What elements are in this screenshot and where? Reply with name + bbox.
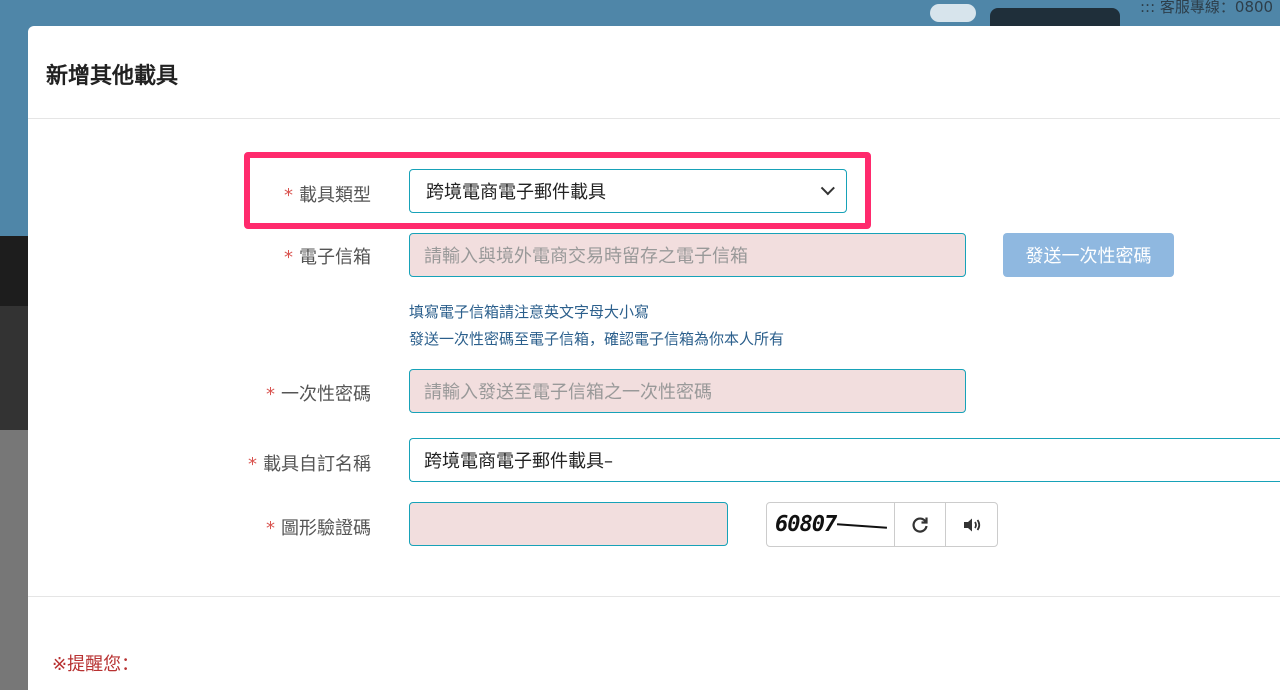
otp-field[interactable]: 請輸入發送至電子信箱之一次性密碼 <box>409 369 966 413</box>
otp-placeholder: 請輸入發送至電子信箱之一次性密碼 <box>424 382 712 403</box>
modal-title: 新增其他載具 <box>46 64 179 89</box>
captcha-label-text: 圖形驗證碼 <box>281 518 371 539</box>
captcha-image: 60807 <box>767 503 896 546</box>
nickname-value: 跨境電商電子郵件載具– <box>424 451 613 472</box>
refresh-icon <box>912 516 928 533</box>
speaker-icon <box>963 518 980 531</box>
email-hint-1: 填寫電子信箱請注意英文字母大小寫 <box>409 303 650 321</box>
otp-label: * 一次性密碼 <box>266 380 371 406</box>
body-divider <box>28 596 1280 597</box>
send-otp-button[interactable]: 發送一次性密碼 <box>1003 233 1174 277</box>
captcha-refresh-button[interactable] <box>895 503 947 546</box>
cloud-decoration <box>930 4 976 22</box>
email-label: * 電子信箱 <box>284 243 371 269</box>
service-hotline: ::: 客服專線：0800 <box>1140 0 1274 16</box>
captcha-image-text: 60807 <box>775 512 837 537</box>
highlight-box <box>244 152 871 229</box>
required-mark: * <box>248 454 257 475</box>
banner-decoration <box>990 8 1120 26</box>
add-carrier-modal: 新增其他載具 * 載具類型 跨境電商電子郵件載具 * 電子信箱 請輸入與境外電商交易… <box>28 26 1280 690</box>
captcha-widget: 60807 <box>766 502 998 547</box>
email-hint-2: 發送一次性密碼至電子信箱，確認電子信箱為你本人所有 <box>409 330 785 348</box>
email-placeholder: 請輸入與境外電商交易時留存之電子信箱 <box>424 246 748 267</box>
nickname-label: * 載具自訂名稱 <box>248 450 371 476</box>
required-mark: * <box>266 518 275 539</box>
required-mark: * <box>266 384 275 405</box>
captcha-audio-button[interactable] <box>946 503 997 546</box>
reminder-text: ※提醒您： <box>52 654 140 675</box>
nickname-label-text: 載具自訂名稱 <box>263 454 371 475</box>
captcha-label: * 圖形驗證碼 <box>266 514 371 540</box>
email-field[interactable]: 請輸入與境外電商交易時留存之電子信箱 <box>409 233 966 277</box>
nickname-field[interactable]: 跨境電商電子郵件載具– <box>409 438 1280 482</box>
captcha-noise-line <box>836 523 888 529</box>
required-mark: * <box>284 247 293 268</box>
email-label-text: 電子信箱 <box>299 247 371 268</box>
otp-label-text: 一次性密碼 <box>281 384 371 405</box>
modal-header: 新增其他載具 <box>28 26 1280 119</box>
captcha-field[interactable] <box>409 502 728 546</box>
